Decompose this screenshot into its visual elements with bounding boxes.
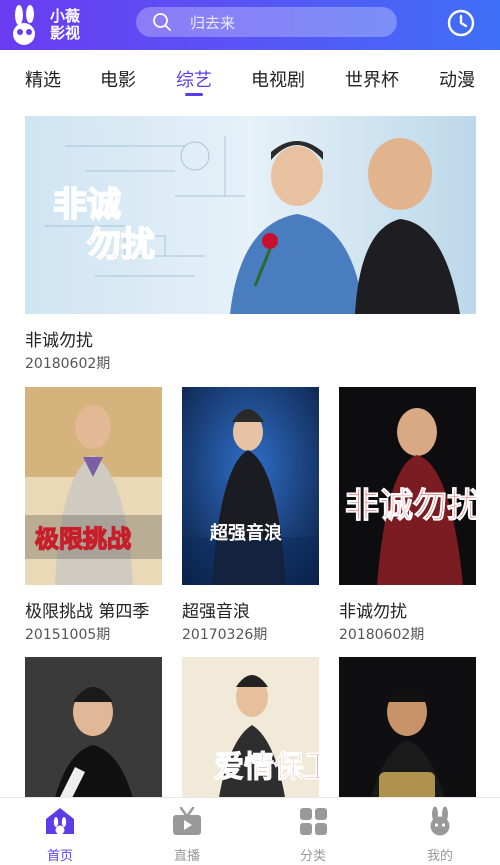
tab-anime[interactable]: 动漫 (439, 66, 475, 92)
tv-icon (173, 806, 201, 835)
show-poster-image: 极限挑战 (25, 387, 162, 585)
show-poster-image: 超强音浪 (182, 387, 319, 585)
home-icon (46, 808, 74, 835)
rabbit-logo-icon (13, 5, 35, 45)
app-name-line2: 影视 (50, 24, 81, 42)
tab-tv-series[interactable]: 电视剧 (251, 66, 305, 92)
nav-live-label: 直播 (173, 849, 200, 864)
nav-home-label: 首页 (46, 849, 73, 864)
show-title: 非诚勿扰 (339, 602, 407, 622)
top-bar: 小薇 影视 归去来 (0, 0, 500, 50)
profile-icon (430, 806, 450, 836)
search-icon (153, 13, 171, 31)
nav-live[interactable]: 直播 (137, 798, 237, 865)
nav-profile-label: 我的 (426, 849, 453, 864)
nav-home[interactable]: 首页 (10, 798, 110, 865)
show-poster-image: 非诚勿扰 (339, 387, 476, 585)
search-placeholder: 归去来 (190, 13, 236, 32)
search-input[interactable]: 归去来 (136, 7, 397, 37)
tab-world-cup[interactable]: 世界杯 (345, 66, 399, 92)
tab-variety[interactable]: 综艺 (176, 66, 212, 92)
featured-banner[interactable]: 非诚 勿扰 (25, 116, 476, 314)
featured-poster-logo-line2: 勿扰 (87, 226, 155, 264)
tab-movies[interactable]: 电影 (100, 66, 136, 92)
featured-title: 非诚勿扰 (25, 331, 93, 351)
show-poster-logo: 爱情保卫战 (214, 751, 319, 784)
show-poster-logo: 极限挑战 (35, 526, 131, 553)
tab-featured[interactable]: 精选 (25, 66, 61, 92)
show-title: 极限挑战 第四季 (25, 602, 150, 622)
poster-card[interactable]: 非诚勿扰 (339, 387, 476, 585)
poster-card[interactable]: 极限挑战 (25, 387, 162, 585)
show-title: 超强音浪 (182, 602, 250, 622)
nav-categories[interactable]: 分类 (263, 798, 363, 865)
show-subtitle: 20151005期 (25, 627, 111, 643)
app-logo[interactable]: 小薇 影视 (8, 5, 118, 45)
clock-icon[interactable] (446, 8, 476, 38)
grid-icon (300, 808, 327, 835)
active-tab-indicator (185, 93, 203, 96)
show-poster-logo: 超强音浪 (210, 522, 282, 543)
featured-subtitle: 20180602期 (25, 356, 111, 372)
nav-categories-label: 分类 (299, 849, 326, 864)
app-name: 小薇 影视 (50, 8, 90, 42)
nav-profile[interactable]: 我的 (390, 798, 490, 865)
featured-poster-image: 非诚 勿扰 (25, 116, 476, 314)
app-name-line1: 小薇 (50, 7, 81, 25)
poster-card[interactable]: 超强音浪 (182, 387, 319, 585)
featured-poster-logo-line1: 非诚 (53, 186, 121, 224)
category-tabs: 精选 电影 综艺 电视剧 世界杯 动漫 (0, 50, 500, 106)
show-poster-logo: 非诚勿扰 (345, 487, 476, 525)
bottom-navigation: 首页 直播 分类 我的 (0, 797, 500, 865)
show-subtitle: 20170326期 (182, 627, 268, 643)
show-subtitle: 20180602期 (339, 627, 425, 643)
